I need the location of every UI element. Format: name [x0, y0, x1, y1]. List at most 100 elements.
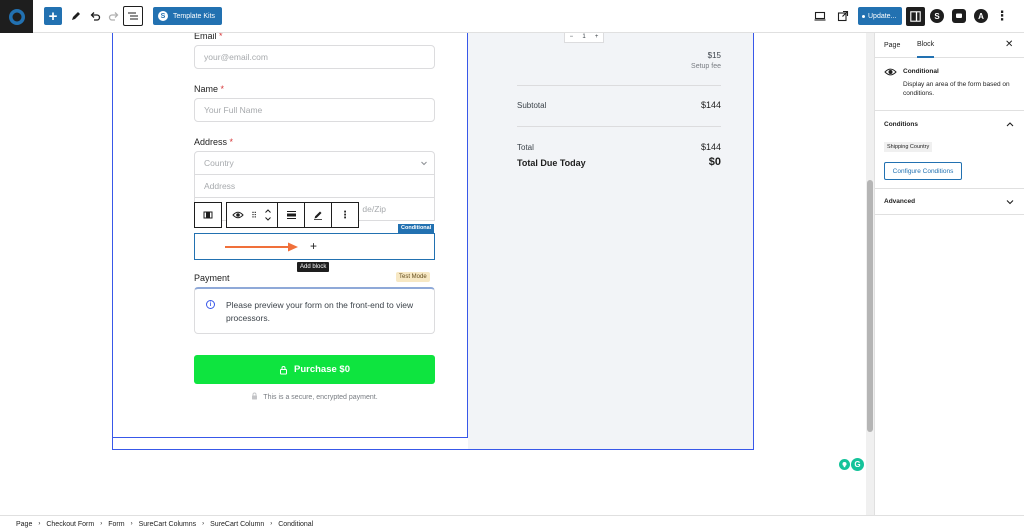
chevron-right-icon: ›	[38, 521, 41, 527]
chevron-right-icon: ›	[100, 521, 103, 527]
align-icon	[286, 211, 296, 219]
redo-button[interactable]	[105, 7, 123, 25]
name-field[interactable]: Your Full Name	[194, 98, 435, 122]
order-summary-column[interactable]	[468, 33, 754, 450]
drag-handle-icon: ⠿	[251, 210, 257, 220]
edit-group	[305, 202, 332, 228]
move-block-button[interactable]	[259, 203, 277, 227]
email-label: Email *	[194, 33, 223, 41]
payment-notice-text: Please preview your form on the front-en…	[226, 300, 414, 323]
eye-icon	[232, 211, 244, 219]
desktop-preview-icon	[814, 11, 826, 21]
settings-toggle-button[interactable]	[906, 7, 925, 26]
quantity-increase[interactable]: +	[595, 34, 599, 40]
chevron-right-icon: ›	[202, 521, 205, 527]
move-up-down-icon	[265, 209, 271, 221]
site-logo-icon	[8, 8, 25, 25]
select-parent-button[interactable]	[195, 203, 221, 227]
astra-plugin-button[interactable]: A	[974, 9, 988, 23]
parent-block-group	[194, 202, 222, 228]
drag-handle[interactable]: ⠿	[249, 203, 259, 227]
breadcrumb-item[interactable]: SureCart Columns	[139, 521, 197, 528]
astra-icon: A	[978, 11, 984, 21]
breadcrumb-item[interactable]: SureCart Column	[210, 521, 264, 528]
subtotal-value: $144	[700, 100, 721, 110]
secure-text: This is a secure, encrypted payment.	[263, 394, 378, 401]
add-block-plus-icon[interactable]: +	[310, 239, 317, 253]
align-group	[278, 202, 305, 228]
preview-button[interactable]	[811, 7, 829, 25]
document-overview-button[interactable]	[123, 6, 143, 26]
block-controls-group: ⠿	[226, 202, 278, 228]
align-button[interactable]	[278, 203, 304, 227]
address-line-field[interactable]: Address	[194, 174, 435, 198]
block-breadcrumb: Page › Checkout Form › Form › SureCart Colu…	[0, 515, 1024, 532]
grammarly-button[interactable]: G	[851, 458, 864, 471]
payment-notice: i Please preview your form on the front-…	[194, 287, 435, 334]
site-logo-button[interactable]	[0, 0, 33, 33]
advanced-heading[interactable]: Advanced	[884, 198, 915, 205]
update-label: Update...	[868, 12, 897, 20]
template-kits-label: Template Kits	[173, 12, 216, 20]
grammarly-icon: G	[854, 460, 861, 469]
options-group: ⋮	[332, 202, 359, 228]
chevron-down-icon[interactable]	[1006, 199, 1014, 205]
lightbulb-assistant-button[interactable]	[839, 459, 850, 470]
chat-plugin-button[interactable]	[952, 9, 966, 23]
block-type-button[interactable]	[227, 203, 249, 227]
block-options-button[interactable]: ⋮	[332, 203, 358, 227]
tab-block[interactable]: Block	[917, 33, 935, 58]
quantity-decrease[interactable]: −	[570, 34, 574, 40]
breadcrumb-item[interactable]: Form	[108, 521, 124, 528]
conditions-heading[interactable]: Conditions	[884, 121, 918, 128]
purchase-button-label: Purchase $0	[294, 364, 350, 375]
template-kits-icon: S	[158, 11, 168, 21]
document-outline-icon	[128, 12, 138, 20]
chat-bubble-icon	[956, 13, 962, 18]
breadcrumb-item-current[interactable]: Conditional	[278, 521, 313, 528]
add-block-button[interactable]: +	[44, 7, 62, 25]
subtotal-label: Subtotal	[517, 101, 547, 110]
options-menu-button[interactable]: ⋮	[993, 7, 1011, 25]
tools-button[interactable]	[67, 7, 85, 25]
close-sidebar-button[interactable]: ✕	[1005, 40, 1013, 50]
more-vertical-icon: ⋮	[995, 8, 1009, 23]
summary-divider	[517, 126, 721, 127]
address-placeholder: Address	[204, 181, 236, 191]
chevron-up-icon[interactable]	[1006, 121, 1014, 127]
undo-icon	[90, 12, 101, 21]
advanced-panel[interactable]: Advanced	[875, 189, 1024, 215]
name-placeholder: Your Full Name	[204, 105, 263, 115]
columns-block-icon	[203, 211, 213, 219]
view-post-button[interactable]	[834, 7, 852, 25]
chevron-right-icon: ›	[130, 521, 133, 527]
canvas-scrollbar-thumb[interactable]	[867, 180, 873, 432]
external-view-icon	[837, 10, 849, 22]
block-card: Conditional Display an area of the form …	[875, 58, 1024, 111]
block-title: Conditional	[903, 68, 939, 75]
configure-conditions-button[interactable]: Configure Conditions	[884, 162, 962, 180]
email-field[interactable]: your@email.com	[194, 45, 435, 69]
breadcrumb-item[interactable]: Checkout Form	[46, 521, 94, 528]
purchase-button[interactable]: Purchase $0	[194, 355, 435, 384]
editor-toolbar: + S Template Kits Update... S A ⋮	[0, 0, 1024, 33]
add-block-icon: +	[48, 7, 58, 25]
update-button[interactable]: Update...	[858, 7, 902, 25]
test-mode-badge: Test Mode	[396, 272, 430, 282]
block-description: Display an area of the form based on con…	[903, 81, 1010, 97]
template-kits-button[interactable]: S Template Kits	[153, 7, 223, 25]
settings-sidebar: Page Block ✕ Conditional Display an area…	[874, 33, 1024, 515]
chevron-down-icon	[421, 161, 427, 166]
total-label: Total	[517, 143, 534, 152]
conditional-block[interactable]: +	[194, 233, 435, 260]
surecart-plugin-button[interactable]: S	[930, 9, 944, 23]
undo-button[interactable]	[86, 7, 104, 25]
editor-canvas: Email * your@email.com Name * Your Full …	[0, 33, 866, 515]
due-today-label: Total Due Today	[517, 158, 586, 168]
breadcrumb-item[interactable]: Page	[16, 521, 32, 528]
country-select[interactable]: Country	[194, 151, 435, 175]
eye-icon	[884, 68, 897, 76]
tab-page[interactable]: Page	[884, 33, 900, 58]
edit-conditions-button[interactable]	[305, 203, 331, 227]
quantity-stepper[interactable]: − 1 +	[564, 33, 604, 43]
